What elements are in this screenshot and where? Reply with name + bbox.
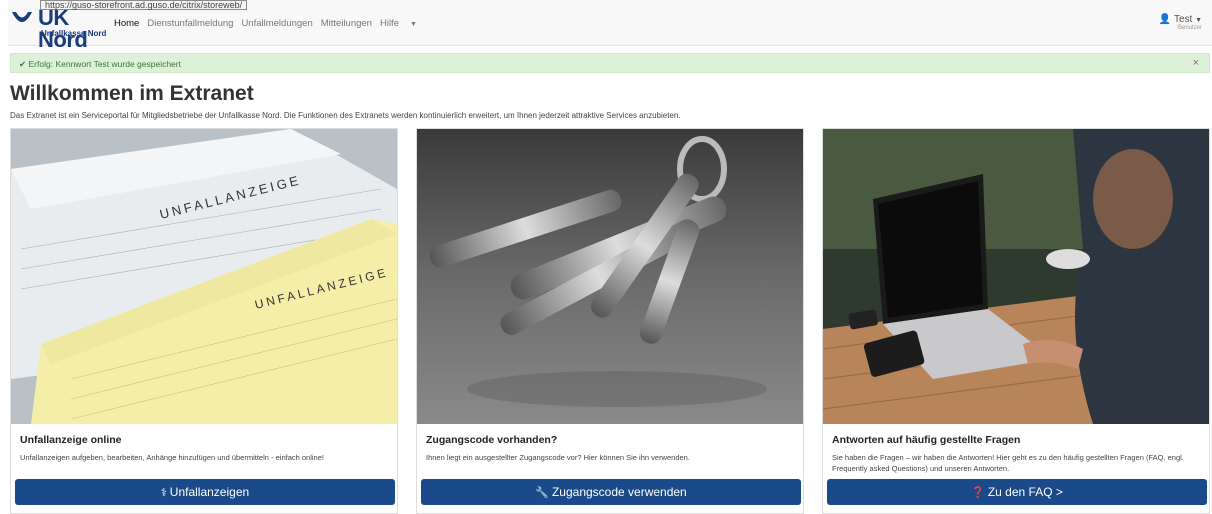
check-icon: ✔ — [19, 59, 27, 69]
button-label: Zu den FAQ > — [987, 485, 1063, 499]
question-icon: ❓ — [971, 487, 985, 499]
logo-mark-icon — [12, 12, 32, 22]
nav-item-dienstunfallmeldung[interactable]: Dienstunfallmeldung — [147, 18, 233, 29]
brand-logo[interactable]: UK Nord Unfallkasse Nord — [11, 6, 121, 51]
medical-icon: ⚕ — [160, 487, 167, 499]
zugangscode-button[interactable]: 🔧 Zugangscode verwenden — [421, 479, 801, 505]
card-text: Sie haben die Fragen – wir haben die Ant… — [832, 453, 1184, 473]
laptop-image — [823, 129, 1209, 424]
laptop-photo — [823, 129, 1209, 424]
button-label: Zugangscode verwenden — [551, 485, 687, 499]
unfallanzeige-image: UNFALLANZEIGE UNFALLANZEIGE — [11, 129, 397, 424]
page-intro: Das Extranet ist ein Serviceportal für M… — [10, 111, 681, 120]
user-name-row: 👤 Test ▼ — [1159, 14, 1202, 25]
success-alert: ✔ Erfolg: Kennwort Test wurde gespeicher… — [10, 53, 1210, 73]
user-icon: 👤 — [1158, 14, 1172, 25]
url-tooltip: https://guso-storefront.ad.guso.de/citri… — [40, 0, 248, 10]
alert-message: Kennwort Test wurde gespeichert — [55, 59, 181, 69]
main-nav: Home Dienstunfallmeldung Unfallmeldungen… — [114, 18, 433, 29]
forms-photo: UNFALLANZEIGE UNFALLANZEIGE — [11, 129, 397, 424]
keys-photo — [417, 129, 803, 424]
user-name: Test — [1173, 14, 1193, 25]
keys-image — [417, 129, 803, 424]
chevron-down-icon: ▼ — [409, 21, 417, 28]
button-label: Unfallanzeigen — [169, 485, 250, 499]
chevron-down-icon: ▼ — [1195, 17, 1202, 24]
card-text: Ihnen liegt ein ausgestellter Zugangscod… — [426, 453, 690, 462]
nav-item-hilfe[interactable]: Hilfe ▼ — [380, 18, 425, 29]
nav-item-hilfe-label: Hilfe — [379, 18, 399, 29]
user-menu[interactable]: 👤 Test ▼ Benutzer — [1159, 14, 1202, 31]
card-title: Unfallanzeige online — [20, 434, 122, 446]
card-title: Zugangscode vorhanden? — [426, 434, 558, 446]
user-role: Benutzer — [1177, 25, 1202, 31]
card-text: Unfallanzeigen aufgeben, bearbeiten, Anh… — [20, 453, 324, 462]
nav-item-mitteilungen[interactable]: Mitteilungen — [321, 18, 372, 29]
faq-button[interactable]: ❓ Zu den FAQ > — [827, 479, 1207, 505]
page-title: Willkommen im Extranet — [10, 82, 254, 105]
close-icon[interactable]: × — [1193, 57, 1199, 69]
nav-item-unfallmeldungen[interactable]: Unfallmeldungen — [241, 18, 312, 29]
card-faq: Antworten auf häufig gestellte Fragen Si… — [822, 128, 1210, 514]
card-unfallanzeige: UNFALLANZEIGE UNFALLANZEIGE Unfallanzeig… — [10, 128, 398, 514]
brand-subtitle: Unfallkasse Nord — [41, 29, 107, 38]
unfallanzeigen-button[interactable]: ⚕ Unfallanzeigen — [15, 479, 395, 505]
wrench-icon: 🔧 — [535, 487, 549, 499]
alert-label: Erfolg: — [28, 59, 54, 69]
nav-item-home[interactable]: Home — [114, 18, 139, 29]
card-zugangscode: Zugangscode vorhanden? Ihnen liegt ein a… — [416, 128, 804, 514]
card-title: Antworten auf häufig gestellte Fragen — [832, 434, 1021, 446]
